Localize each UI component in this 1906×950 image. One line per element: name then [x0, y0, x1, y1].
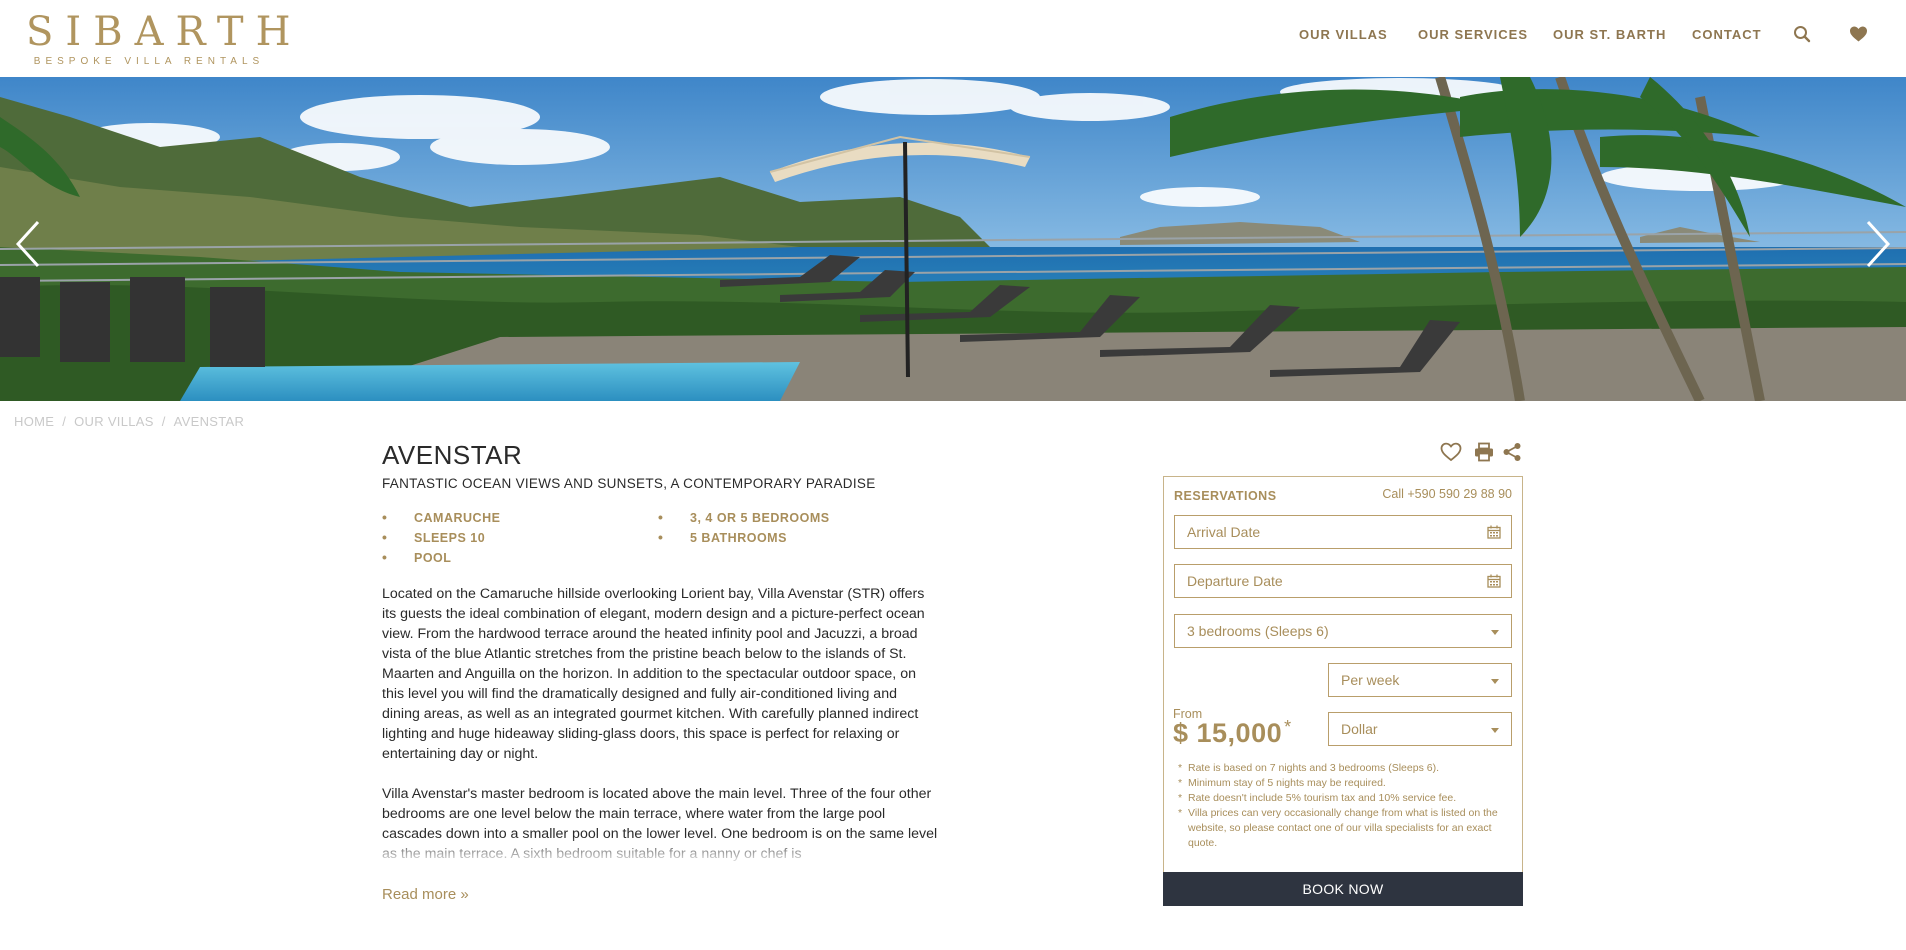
- heart-outline-icon[interactable]: [1440, 442, 1462, 467]
- rate-note: Villa prices can very occasionally chang…: [1178, 806, 1516, 851]
- villa-actions: [1440, 442, 1522, 467]
- read-more-link[interactable]: Read more »: [382, 886, 469, 903]
- price-value: $ 15,000 *: [1173, 717, 1292, 749]
- chevron-left-icon: [15, 220, 40, 268]
- search-icon[interactable]: [1793, 25, 1811, 48]
- feature-bathrooms: • 5 BATHROOMS: [658, 529, 787, 545]
- breadcrumb-our-villas[interactable]: OUR VILLAS: [74, 414, 154, 429]
- hero-image: [0, 77, 1906, 401]
- nav-our-services[interactable]: OUR SERVICES: [1418, 27, 1528, 42]
- feature-text: POOL: [414, 551, 452, 565]
- chevron-down-icon: [1491, 679, 1499, 684]
- reservation-panel: RESERVATIONS Call +590 590 29 88 90 Arri…: [1163, 476, 1523, 906]
- carousel-next-button[interactable]: [1858, 214, 1898, 274]
- feature-text: 3, 4 OR 5 BEDROOMS: [690, 511, 830, 525]
- bedrooms-select[interactable]: 3 bedrooms (Sleeps 6): [1174, 614, 1512, 648]
- period-select[interactable]: Per week: [1328, 663, 1512, 697]
- share-icon[interactable]: [1502, 442, 1522, 467]
- description-paragraph: Located on the Camaruche hillside overlo…: [382, 586, 925, 762]
- price-footnote-mark: *: [1284, 717, 1292, 737]
- carousel-prev-button[interactable]: [8, 214, 48, 274]
- nav-our-villas[interactable]: OUR VILLAS: [1299, 27, 1388, 42]
- main-nav: OUR VILLAS OUR SERVICES OUR ST. BARTH CO…: [0, 25, 1906, 48]
- currency-select[interactable]: Dollar: [1328, 712, 1512, 746]
- rate-note: Rate doesn't include 5% tourism tax and …: [1178, 791, 1516, 806]
- bedrooms-selected-value: 3 bedrooms (Sleeps 6): [1187, 623, 1329, 639]
- feature-sleeps: • SLEEPS 10: [382, 529, 486, 545]
- villa-title: AVENSTAR: [382, 440, 523, 470]
- villa-subtitle: FANTASTIC OCEAN VIEWS AND SUNSETS, A CON…: [382, 476, 876, 491]
- chevron-down-icon: [1491, 728, 1499, 733]
- heart-icon[interactable]: [1849, 25, 1868, 48]
- currency-selected-value: Dollar: [1341, 721, 1378, 737]
- arrival-date-placeholder: Arrival Date: [1187, 524, 1261, 540]
- calendar-icon: [1487, 574, 1501, 591]
- arrival-date-field[interactable]: Arrival Date: [1174, 515, 1512, 549]
- breadcrumb-separator: /: [62, 414, 67, 429]
- calendar-icon: [1487, 525, 1501, 542]
- reservation-title: RESERVATIONS: [1174, 489, 1277, 503]
- site-header: SIBARTH BESPOKE VILLA RENTALS OUR VILLAS…: [0, 0, 1906, 77]
- nav-contact[interactable]: CONTACT: [1692, 27, 1762, 42]
- breadcrumb: HOME / OUR VILLAS / AVENSTAR: [14, 414, 244, 429]
- breadcrumb-home[interactable]: HOME: [14, 414, 54, 429]
- reservation-phone[interactable]: Call +590 590 29 88 90: [1382, 487, 1512, 501]
- feature-bedrooms: • 3, 4 OR 5 BEDROOMS: [658, 509, 830, 525]
- logo-tagline: BESPOKE VILLA RENTALS: [33, 56, 265, 67]
- chevron-down-icon: [1491, 630, 1499, 635]
- breadcrumb-separator: /: [161, 414, 166, 429]
- breadcrumb-current: AVENSTAR: [173, 414, 245, 429]
- chevron-right-icon: [1866, 220, 1891, 268]
- departure-date-placeholder: Departure Date: [1187, 573, 1283, 589]
- feature-pool: • POOL: [382, 549, 452, 565]
- period-selected-value: Per week: [1341, 672, 1400, 688]
- feature-text: SLEEPS 10: [414, 531, 486, 545]
- feature-location: • CAMARUCHE: [382, 509, 501, 525]
- description-fade: [382, 836, 942, 866]
- rate-notes: Rate is based on 7 nights and 3 bedrooms…: [1178, 761, 1516, 851]
- departure-date-field[interactable]: Departure Date: [1174, 564, 1512, 598]
- print-icon[interactable]: [1474, 442, 1494, 467]
- feature-text: CAMARUCHE: [414, 511, 501, 525]
- rate-note: Rate is based on 7 nights and 3 bedrooms…: [1178, 761, 1516, 776]
- book-now-button[interactable]: BOOK NOW: [1163, 872, 1523, 906]
- rate-note: Minimum stay of 5 nights may be required…: [1178, 776, 1516, 791]
- price-amount: $ 15,000: [1173, 718, 1283, 748]
- nav-our-st-barth[interactable]: OUR ST. BARTH: [1553, 27, 1666, 42]
- feature-text: 5 BATHROOMS: [690, 531, 787, 545]
